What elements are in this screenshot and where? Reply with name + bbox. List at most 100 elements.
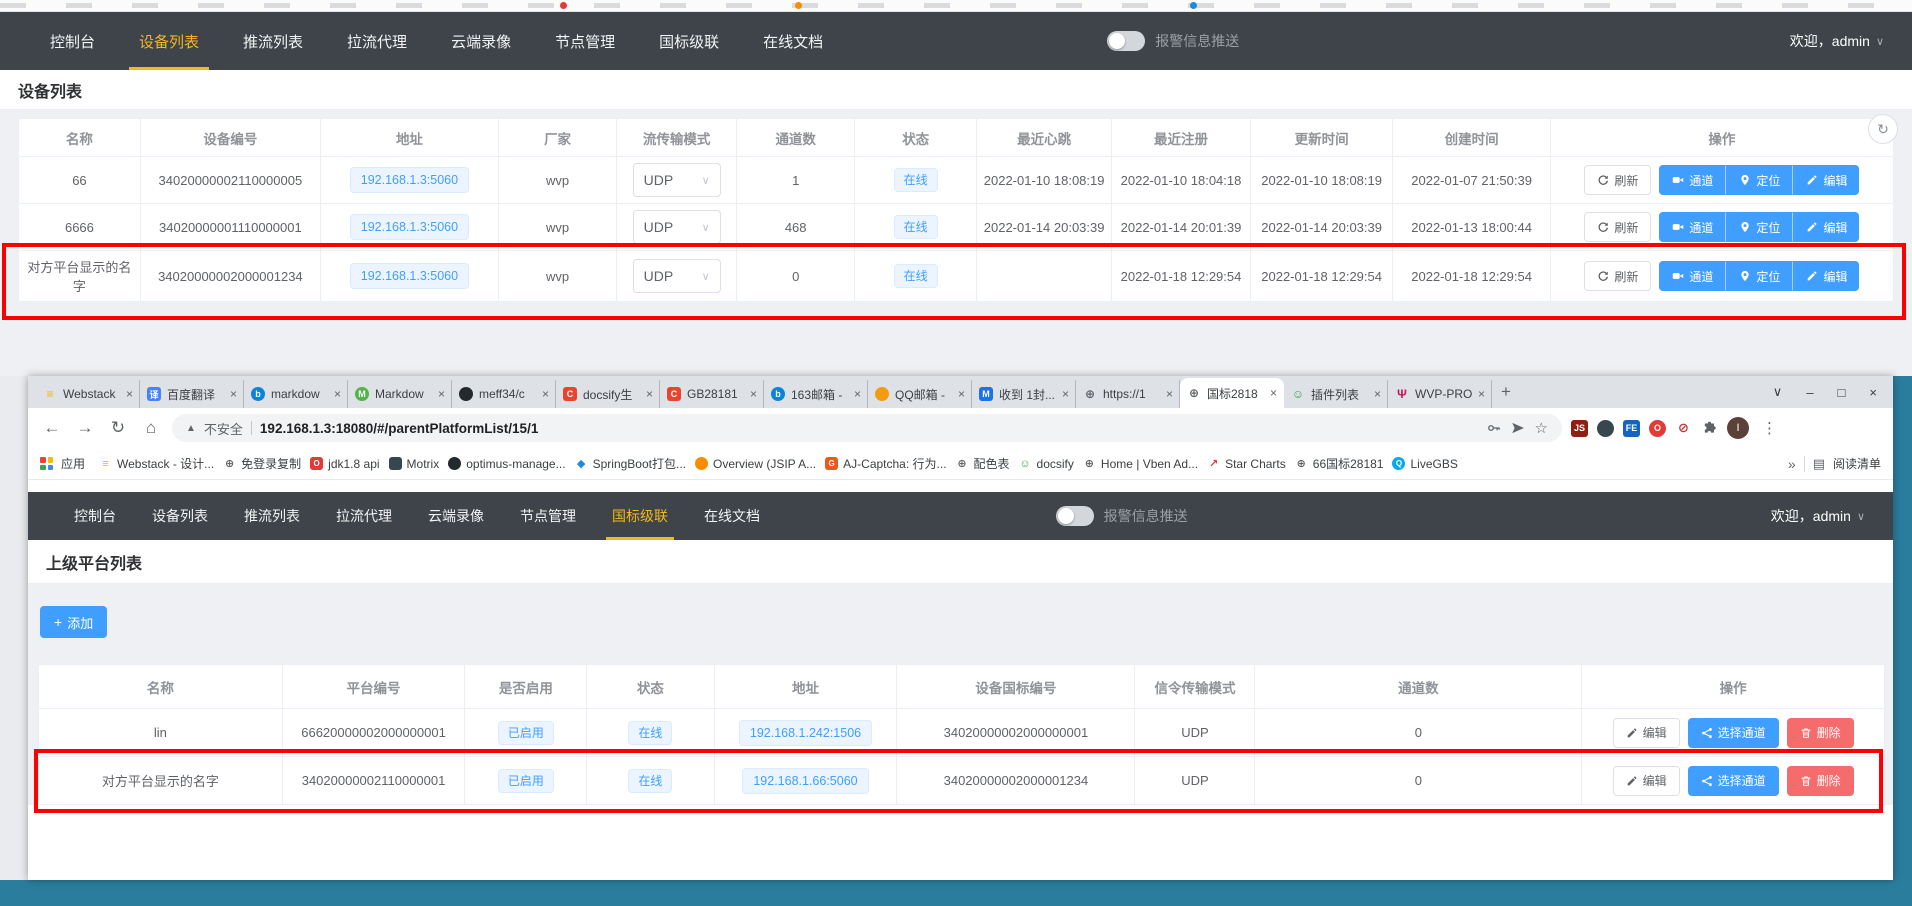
refresh-device-button[interactable]: 刷新: [1584, 212, 1651, 242]
nav-tab[interactable]: 控制台: [56, 492, 134, 540]
address-link[interactable]: 192.168.1.3:5060: [350, 263, 469, 289]
nav-tab[interactable]: 控制台: [28, 12, 117, 70]
bookmark-item[interactable]: ⊕配色表: [956, 455, 1010, 472]
nav-tab[interactable]: 在线文档: [686, 492, 778, 540]
locate-button[interactable]: 定位: [1726, 165, 1793, 195]
channel-button[interactable]: 通道: [1659, 165, 1726, 195]
tab-close-icon[interactable]: ×: [750, 387, 757, 401]
close-icon[interactable]: ×: [1869, 385, 1877, 400]
maximize-icon[interactable]: □: [1838, 385, 1846, 400]
browser-tab[interactable]: ⊕https://1×: [1076, 380, 1180, 408]
new-tab-button[interactable]: +: [1492, 378, 1520, 406]
apps-label[interactable]: 应用: [61, 455, 85, 472]
browser-tab[interactable]: bmarkdow×: [244, 380, 348, 408]
nav-tab[interactable]: 国标级联: [637, 12, 741, 70]
select-channel-button[interactable]: 选择通道: [1688, 766, 1779, 796]
browser-tab[interactable]: ≡Webstack×: [36, 380, 140, 408]
select-channel-button[interactable]: 选择通道: [1688, 718, 1779, 748]
tab-close-icon[interactable]: ×: [126, 387, 133, 401]
browser-tab[interactable]: Cdocsify生×: [556, 380, 660, 408]
bookmark-item[interactable]: Motrix: [389, 457, 440, 471]
edit-platform-button[interactable]: 编辑: [1613, 766, 1680, 796]
address-link[interactable]: 192.168.1.3:5060: [350, 167, 469, 193]
send-icon[interactable]: [1511, 421, 1525, 435]
forward-icon[interactable]: →: [73, 418, 97, 438]
add-platform-button[interactable]: + 添加: [40, 606, 107, 638]
address-link[interactable]: 192.168.1.3:5060: [350, 214, 469, 240]
browser-tab[interactable]: b163邮箱 -×: [764, 380, 868, 408]
bookmark-item[interactable]: ⊕Home | Vben Ad...: [1083, 457, 1198, 471]
tab-close-icon[interactable]: ×: [646, 387, 653, 401]
user-menu[interactable]: 欢迎，admin∨: [1771, 492, 1865, 540]
nav-tab[interactable]: 设备列表: [134, 492, 226, 540]
js-extension-icon[interactable]: JS: [1571, 420, 1588, 437]
delete-platform-button[interactable]: 删除: [1787, 718, 1854, 748]
bookmark-item[interactable]: ≡Webstack - 设计...: [99, 455, 214, 472]
bookmark-item[interactable]: ⊕66国标28181: [1295, 455, 1384, 472]
browser-tab[interactable]: ☺插件列表×: [1284, 380, 1388, 408]
browser-tab[interactable]: meff34/c×: [452, 380, 556, 408]
browser-tab[interactable]: QQ邮箱 -×: [868, 380, 972, 408]
browser-tab[interactable]: ⊕国标2818×: [1180, 378, 1284, 408]
tab-close-icon[interactable]: ×: [334, 387, 341, 401]
bookmark-item[interactable]: GAJ-Captcha: 行为...: [825, 455, 946, 472]
nav-tab[interactable]: 节点管理: [502, 492, 594, 540]
bookmark-star-icon[interactable]: ☆: [1535, 419, 1548, 437]
tab-close-icon[interactable]: ×: [854, 387, 861, 401]
fe-extension-icon[interactable]: FE: [1623, 420, 1640, 437]
minimize-icon[interactable]: –: [1806, 385, 1813, 400]
bookmarks-overflow-chevron[interactable]: »: [1788, 456, 1796, 472]
channel-button[interactable]: 通道: [1659, 212, 1726, 242]
refresh-device-button[interactable]: 刷新: [1584, 165, 1651, 195]
tab-search-icon[interactable]: ∨: [1773, 384, 1783, 400]
nav-tab[interactable]: 设备列表: [117, 12, 221, 70]
bookmark-item[interactable]: ↗Star Charts: [1207, 457, 1286, 471]
locate-button[interactable]: 定位: [1726, 212, 1793, 242]
delete-platform-button[interactable]: 删除: [1787, 766, 1854, 796]
address-bar[interactable]: ▲ 不安全 192.168.1.3:18080/#/parentPlatform…: [172, 414, 1562, 442]
nav-tab[interactable]: 云端录像: [429, 12, 533, 70]
nav-tab[interactable]: 推流列表: [226, 492, 318, 540]
user-menu[interactable]: 欢迎，admin∨: [1790, 12, 1884, 70]
nav-tab[interactable]: 推流列表: [221, 12, 325, 70]
profile-avatar[interactable]: I: [1727, 417, 1749, 439]
bookmark-item[interactable]: optimus-manage...: [448, 457, 565, 471]
edit-device-button[interactable]: 编辑: [1793, 212, 1859, 242]
nav-tab[interactable]: 拉流代理: [325, 12, 429, 70]
browser-tab[interactable]: ΨWVP-PRO×: [1388, 380, 1492, 408]
browser-menu-icon[interactable]: ⋮: [1758, 419, 1781, 437]
tab-close-icon[interactable]: ×: [438, 387, 445, 401]
bookmark-item[interactable]: QLiveGBS: [1392, 457, 1457, 471]
bookmark-item[interactable]: Ojdk1.8 api: [310, 457, 379, 471]
bookmark-item[interactable]: ☺docsify: [1019, 457, 1074, 471]
stream-mode-select[interactable]: UDP∨: [633, 210, 721, 244]
refresh-page-button[interactable]: ↻: [1868, 114, 1898, 144]
alarm-push-toggle[interactable]: [1107, 31, 1145, 51]
refresh-device-button[interactable]: 刷新: [1584, 261, 1651, 291]
extensions-puzzle-icon[interactable]: [1701, 420, 1718, 437]
incognito-extension-icon[interactable]: [1597, 420, 1614, 437]
back-icon[interactable]: ←: [40, 418, 64, 438]
adblock-extension-icon[interactable]: ⊘: [1675, 420, 1692, 437]
home-icon[interactable]: ⌂: [139, 418, 163, 438]
nav-tab[interactable]: 国标级联: [594, 492, 686, 540]
bookmark-item[interactable]: ◆SpringBoot打包...: [575, 455, 686, 472]
opera-extension-icon[interactable]: O: [1649, 420, 1666, 437]
edit-platform-button[interactable]: 编辑: [1613, 718, 1680, 748]
reload-icon[interactable]: ↻: [106, 418, 130, 438]
tab-close-icon[interactable]: ×: [1270, 386, 1277, 400]
bookmark-item[interactable]: ⊕免登录复制: [223, 455, 301, 472]
nav-tab[interactable]: 节点管理: [533, 12, 637, 70]
browser-tab[interactable]: 译百度翻译×: [140, 380, 244, 408]
address-link[interactable]: 192.168.1.242:1506: [739, 720, 872, 746]
reading-list-label[interactable]: 阅读清单: [1833, 455, 1881, 472]
nav-tab[interactable]: 云端录像: [410, 492, 502, 540]
tab-close-icon[interactable]: ×: [1478, 387, 1485, 401]
nav-tab[interactable]: 拉流代理: [318, 492, 410, 540]
channel-button[interactable]: 通道: [1659, 261, 1726, 291]
browser-tab[interactable]: MMarkdow×: [348, 380, 452, 408]
tab-close-icon[interactable]: ×: [958, 387, 965, 401]
alarm-push-toggle[interactable]: [1056, 506, 1094, 526]
tab-close-icon[interactable]: ×: [1166, 387, 1173, 401]
bookmark-item[interactable]: Overview (JSIP A...: [695, 457, 816, 471]
